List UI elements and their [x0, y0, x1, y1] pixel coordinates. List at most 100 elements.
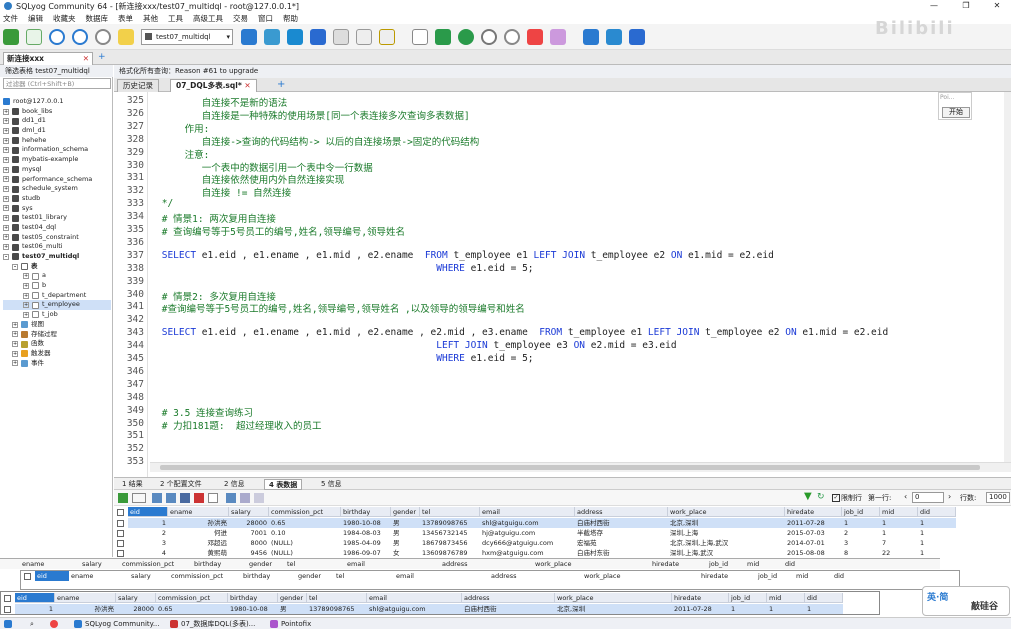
filter-icon[interactable]: ▼ [804, 492, 813, 503]
report-icon[interactable] [412, 28, 428, 45]
tree-table-item[interactable]: + t_employee [3, 300, 111, 311]
connect-icon[interactable] [3, 28, 19, 45]
grid-cell[interactable]: 1 [918, 538, 956, 548]
user-manager-icon[interactable] [583, 28, 599, 45]
grid-cell[interactable]: 白庙村东街 [575, 548, 668, 558]
grid-cell[interactable]: 男 [278, 604, 307, 614]
tab-query[interactable]: 07_DQL多表.sql* ✕ [170, 79, 257, 92]
column-header[interactable]: address [462, 593, 555, 603]
expand-icon[interactable]: + [3, 108, 9, 115]
grid-cell[interactable]: 1 [767, 604, 805, 614]
grid-cell[interactable]: 1 [842, 518, 880, 528]
grid-cell[interactable]: 2014-07-01 [785, 538, 842, 548]
grid-cell[interactable]: 13789098765 [420, 518, 480, 528]
grid-cell[interactable]: 1980-10-08 [228, 604, 278, 614]
grid-view-icon[interactable] [226, 493, 236, 503]
text-view-icon[interactable] [254, 493, 264, 503]
grid-cell[interactable]: 2 [128, 528, 168, 538]
backup-icon[interactable] [241, 28, 257, 45]
grid-cell[interactable]: 1 [880, 528, 918, 538]
column-header[interactable]: did [918, 507, 956, 517]
close-icon[interactable]: ✕ [83, 53, 89, 65]
menu-file[interactable]: 文件 [3, 13, 18, 24]
grid-cell[interactable]: 1 [15, 604, 55, 614]
expand-icon[interactable]: + [23, 311, 29, 318]
row-checkbox[interactable] [117, 529, 124, 537]
tree-db-item[interactable]: + schedule_system [3, 184, 111, 194]
task-document[interactable]: 07_数据库DQL(多表)... [170, 619, 255, 629]
grid-cell[interactable]: 深圳,上海 [668, 528, 785, 538]
expand-icon[interactable]: + [3, 195, 9, 202]
tree-db-item[interactable]: + book_libs [3, 107, 111, 117]
notify-icon[interactable] [527, 28, 543, 45]
task-pointofix[interactable]: Pointofix [270, 619, 311, 629]
tab-result[interactable]: 1 结果 [118, 479, 147, 490]
row-checkbox[interactable] [117, 519, 124, 527]
column-header[interactable]: email [367, 593, 462, 603]
grid-cell[interactable]: 0.10 [269, 528, 341, 538]
grid-cell[interactable]: 1984-08-03 [341, 528, 391, 538]
column-header[interactable]: birthday [228, 593, 278, 603]
grid-cell[interactable]: 1 [805, 604, 843, 614]
menu-tools[interactable]: 工具 [168, 13, 183, 24]
expand-icon[interactable]: + [3, 127, 9, 134]
execute-icon[interactable] [49, 28, 65, 45]
menu-help[interactable]: 帮助 [283, 13, 298, 24]
tree-db-item[interactable]: + test04_dql [3, 223, 111, 233]
column-header[interactable]: salary [116, 593, 156, 603]
tree-db-item[interactable]: + mysql [3, 165, 111, 175]
column-header[interactable]: ename [55, 593, 116, 603]
grid-cell[interactable]: 1 [918, 528, 956, 538]
tree-table-item[interactable]: + a [3, 271, 111, 281]
column-header[interactable]: hiredate [672, 593, 729, 603]
expand-icon[interactable]: + [3, 118, 9, 125]
table-filter-input[interactable]: 过滤器 (Ctrl+Shift+B) [3, 78, 111, 89]
column-header[interactable]: email [480, 507, 575, 517]
tree-table-item[interactable]: + t_department [3, 291, 111, 301]
menu-advanced-tools[interactable]: 高级工具 [193, 13, 223, 24]
add-tab-icon[interactable]: + [272, 79, 290, 92]
grid-cell[interactable]: 男 [391, 538, 420, 548]
cancel-icon[interactable] [208, 493, 218, 503]
grid-cell[interactable]: 22 [880, 548, 918, 558]
grid-cell[interactable]: 1 [918, 518, 956, 528]
grid-cell[interactable]: 1 [918, 548, 956, 558]
tree-db-item[interactable]: + mybatis-example [3, 155, 111, 165]
grid-cell[interactable]: 8000 [229, 538, 269, 548]
rows-input[interactable]: 1000 [986, 492, 1010, 503]
grid-cell[interactable]: 半截塔存 [575, 528, 668, 538]
query-builder-icon[interactable] [550, 28, 566, 45]
expand-icon[interactable]: + [3, 186, 9, 193]
expand-icon[interactable]: + [23, 292, 29, 299]
grid-cell[interactable]: 1 [880, 518, 918, 528]
column-header[interactable]: eid [15, 593, 55, 603]
expand-icon[interactable]: + [3, 224, 9, 231]
expand-icon[interactable]: + [12, 341, 18, 348]
grid-cell[interactable]: 2015-07-03 [785, 528, 842, 538]
grid-cell[interactable]: 0.65 [156, 604, 228, 614]
grid-cell[interactable]: 北京,深圳 [555, 604, 672, 614]
search-icon[interactable]: ⌕ [30, 619, 34, 629]
grid-cell[interactable]: (NULL) [269, 548, 341, 558]
menu-window[interactable]: 窗口 [258, 13, 273, 24]
tree-db-item[interactable]: + test05_constraint [3, 233, 111, 243]
collapse-icon[interactable]: - [12, 263, 18, 270]
expand-icon[interactable]: + [23, 273, 29, 280]
menu-table[interactable]: 表单 [118, 13, 133, 24]
grid-cell[interactable]: 13609876789 [420, 548, 480, 558]
start-icon[interactable] [4, 619, 15, 629]
tree-folder-item[interactable]: + 函数 [3, 339, 111, 349]
tab-info-2[interactable]: 5 信息 [317, 479, 346, 490]
tree-table-item[interactable]: + b [3, 281, 111, 291]
prev-page-icon[interactable]: ‹ [904, 492, 911, 503]
column-header[interactable]: eid [128, 507, 168, 517]
grid-cell[interactable]: 北京,深圳,上海,武汉 [668, 538, 785, 548]
column-header[interactable]: commission_pct [269, 507, 341, 517]
database-select[interactable]: test07_multidql ▾ [141, 28, 233, 45]
stop-icon[interactable] [95, 28, 111, 45]
grid-cell[interactable]: 8 [842, 548, 880, 558]
view-mode-icon[interactable] [132, 493, 146, 503]
grid-cell[interactable]: 18679873456 [420, 538, 480, 548]
scroll-thumb[interactable] [160, 465, 980, 470]
first-row-input[interactable]: 0 [912, 492, 944, 503]
